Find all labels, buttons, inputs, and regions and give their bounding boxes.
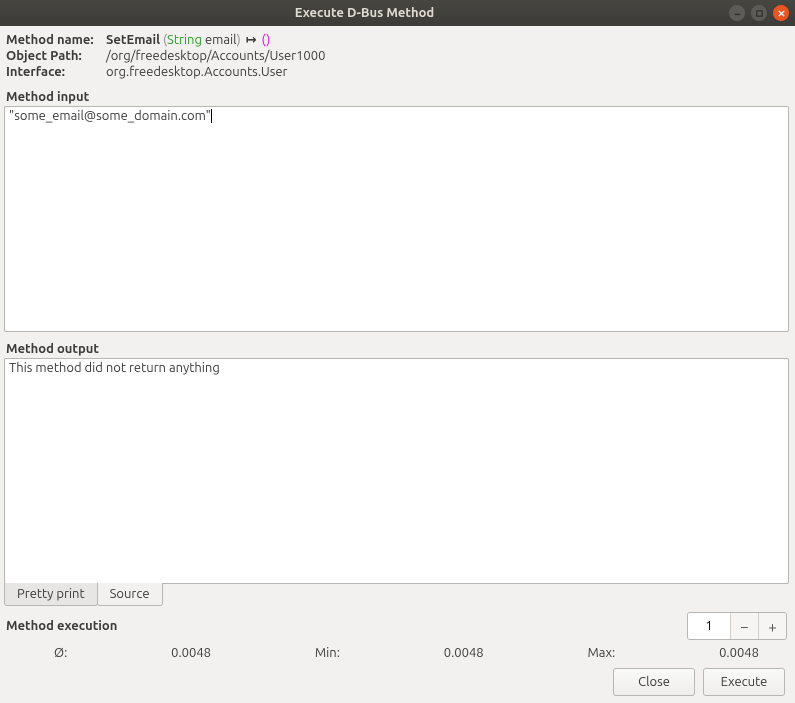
stat-max-value: 0.0048 xyxy=(719,646,759,660)
execution-count-input[interactable] xyxy=(688,613,730,639)
object-path-value: /org/freedesktop/Accounts/User1000 xyxy=(106,48,325,64)
object-path-label: Object Path: xyxy=(6,48,106,64)
spin-minus-button[interactable]: − xyxy=(730,613,758,639)
sig-ret-close: ) xyxy=(266,33,270,47)
method-input-textarea[interactable]: "some_email@some_domain.com" xyxy=(4,106,789,332)
sig-arg-name: email xyxy=(205,33,237,47)
execute-button[interactable]: Execute xyxy=(703,668,785,696)
method-execution-label: Method execution xyxy=(6,619,687,633)
sig-arg-type: String xyxy=(167,33,202,47)
spin-plus-button[interactable]: + xyxy=(758,613,786,639)
close-icon xyxy=(777,9,786,18)
sig-close-paren: ) xyxy=(237,33,241,47)
stat-avg-value: 0.0048 xyxy=(171,646,211,660)
stat-avg-label: Ø: xyxy=(54,646,67,660)
minimize-icon xyxy=(733,9,742,18)
text-caret xyxy=(211,109,212,123)
window-controls xyxy=(729,5,789,21)
sig-arrow-icon: ↦ xyxy=(244,33,259,47)
dialog-window: Execute D-Bus Method Method name: SetEma… xyxy=(0,0,795,703)
window-title: Execute D-Bus Method xyxy=(0,6,729,20)
object-path-row: Object Path: /org/freedesktop/Accounts/U… xyxy=(4,48,789,64)
method-name-value: SetEmail xyxy=(106,33,160,47)
method-output-value: This method did not return anything xyxy=(9,361,220,375)
content-area: Method name: SetEmail (String email) ↦ (… xyxy=(0,26,795,703)
close-dialog-button[interactable]: Close xyxy=(613,668,695,696)
method-output-label: Method output xyxy=(4,342,789,356)
execution-count-spinbox[interactable]: − + xyxy=(687,612,787,640)
minimize-button[interactable] xyxy=(729,5,745,21)
dialog-button-row: Close Execute xyxy=(4,668,789,698)
output-tabs: Pretty print Source xyxy=(4,584,789,606)
method-name-row: Method name: SetEmail (String email) ↦ (… xyxy=(4,32,789,48)
close-button[interactable] xyxy=(773,5,789,21)
stat-min-value: 0.0048 xyxy=(444,646,484,660)
method-input-value: "some_email@some_domain.com" xyxy=(9,109,211,123)
method-signature: SetEmail (String email) ↦ () xyxy=(106,32,270,48)
method-execution-row: Method execution − + xyxy=(4,612,789,640)
maximize-icon xyxy=(755,9,764,18)
stat-min-label: Min: xyxy=(315,646,340,660)
interface-row: Interface: org.freedesktop.Accounts.User xyxy=(4,64,789,80)
method-input-label: Method input xyxy=(4,90,789,104)
stat-max-label: Max: xyxy=(587,646,615,660)
interface-value: org.freedesktop.Accounts.User xyxy=(106,64,287,80)
method-output-textarea[interactable]: This method did not return anything xyxy=(4,358,789,584)
tab-source[interactable]: Source xyxy=(97,583,163,606)
method-name-label: Method name: xyxy=(6,32,106,48)
execution-stats-row: Ø: 0.0048 Min: 0.0048 Max: 0.0048 xyxy=(4,646,789,660)
interface-label: Interface: xyxy=(6,64,106,80)
maximize-button[interactable] xyxy=(751,5,767,21)
tab-pretty-print[interactable]: Pretty print xyxy=(4,583,98,606)
titlebar[interactable]: Execute D-Bus Method xyxy=(0,0,795,26)
